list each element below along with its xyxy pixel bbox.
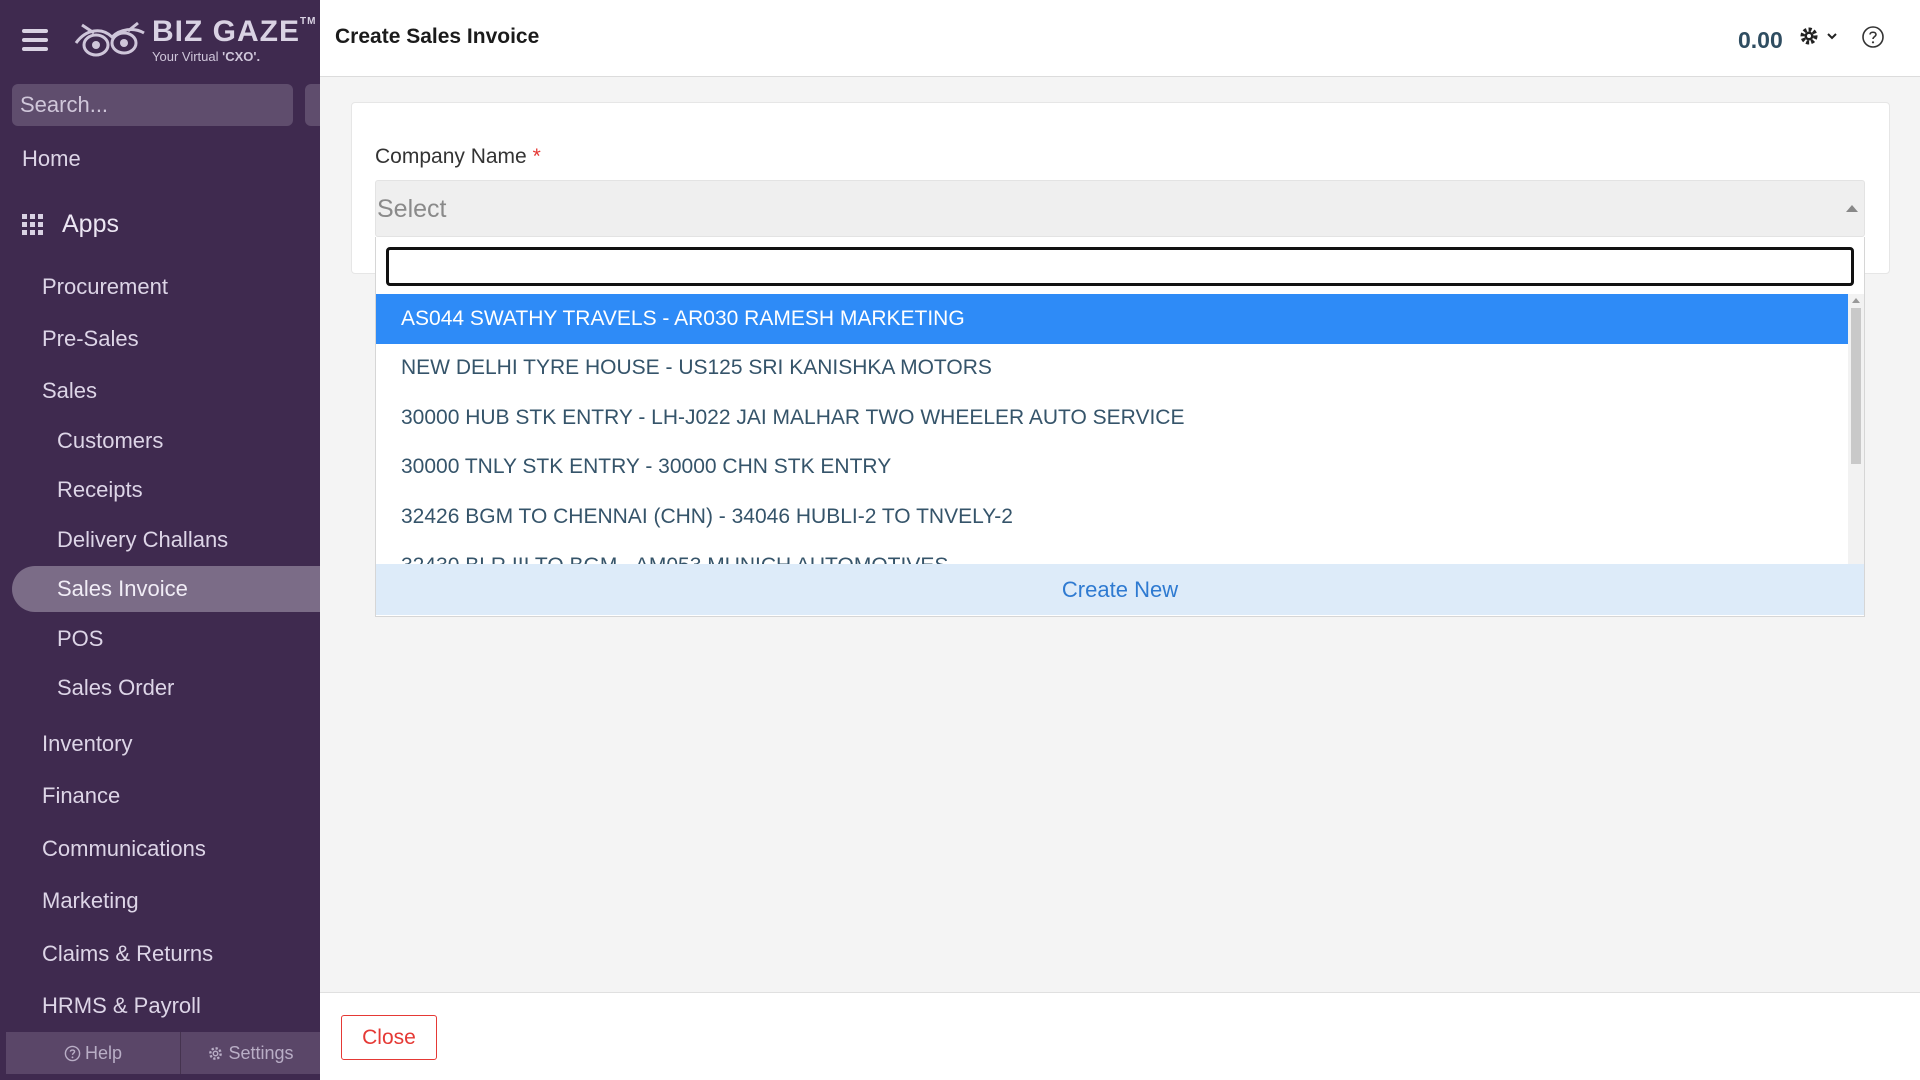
- sidebar: BIZ GAZETM Your Virtual 'CXO'. Home Apps…: [0, 0, 320, 1080]
- logo-tagline: Your Virtual 'CXO'.: [152, 49, 261, 64]
- sidebar-footer: Help Settings: [6, 1032, 320, 1074]
- dropdown-option[interactable]: 32426 BGM TO CHENNAI (CHN) - 34046 HUBLI…: [376, 492, 1848, 542]
- sidebar-item-sales-invoice[interactable]: Sales Invoice: [12, 566, 320, 612]
- bizgaze-logo[interactable]: BIZ GAZETM Your Virtual 'CXO'.: [72, 17, 316, 63]
- sidebar-item-pre-sales[interactable]: Pre-Sales: [42, 326, 139, 352]
- settings-dropdown[interactable]: [1798, 25, 1839, 47]
- page-footer: Close: [320, 992, 1920, 1080]
- owl-logo-icon: [74, 21, 145, 57]
- company-name-label: Company Name *: [375, 145, 541, 168]
- sidebar-search: [12, 84, 308, 126]
- search-input[interactable]: [20, 92, 308, 118]
- help-circle-icon: [64, 1045, 81, 1061]
- sidebar-item-label: Apps: [62, 210, 119, 238]
- create-new-button[interactable]: Create New: [376, 564, 1864, 615]
- page-title: Create Sales Invoice: [335, 25, 540, 48]
- company-name-select[interactable]: Select: [375, 180, 1865, 237]
- sidebar-item-hrms-payroll[interactable]: HRMS & Payroll: [42, 993, 201, 1019]
- required-marker: *: [532, 145, 541, 168]
- sidebar-search-toggle[interactable]: [305, 84, 320, 126]
- dropdown-options-list[interactable]: AS044 SWATHY TRAVELS - AR030 RAMESH MARK…: [376, 294, 1848, 564]
- dropdown-option[interactable]: 30000 TNLY STK ENTRY - 30000 CHN STK ENT…: [376, 443, 1848, 493]
- sidebar-item-inventory[interactable]: Inventory: [42, 731, 133, 757]
- help-circle-icon[interactable]: [1861, 25, 1885, 49]
- sidebar-item-marketing[interactable]: Marketing: [42, 888, 139, 914]
- settings-button[interactable]: Settings: [181, 1032, 320, 1074]
- sidebar-item-delivery-challans[interactable]: Delivery Challans: [57, 527, 228, 553]
- total-amount: 0.00: [1738, 27, 1783, 53]
- sidebar-item-communications[interactable]: Communications: [42, 836, 206, 862]
- sidebar-item-claims-returns[interactable]: Claims & Returns: [42, 941, 213, 967]
- dropdown-option[interactable]: NEW DELHI TYRE HOUSE - US125 SRI KANISHK…: [376, 344, 1848, 394]
- scroll-up-arrow-icon[interactable]: [1852, 298, 1860, 303]
- scrollbar-thumb[interactable]: [1851, 308, 1861, 464]
- gear-icon: [209, 1046, 223, 1060]
- chevron-down-icon: [1827, 33, 1837, 40]
- sidebar-header: BIZ GAZETM Your Virtual 'CXO'.: [0, 0, 320, 80]
- sidebar-item-receipts[interactable]: Receipts: [57, 477, 143, 503]
- caret-up-icon: [1846, 205, 1858, 212]
- gear-icon: [1800, 27, 1818, 45]
- logo-title: BIZ GAZETM: [152, 15, 317, 48]
- close-button[interactable]: Close: [341, 1015, 437, 1060]
- sidebar-item-apps[interactable]: Apps: [22, 210, 119, 239]
- apps-grid-icon: [22, 213, 44, 236]
- sidebar-item-procurement[interactable]: Procurement: [42, 274, 168, 300]
- dropdown-option[interactable]: 30000 HUB STK ENTRY - LH-J022 JAI MALHAR…: [376, 393, 1848, 443]
- sidebar-item-home[interactable]: Home: [22, 146, 81, 172]
- sidebar-item-customers[interactable]: Customers: [57, 428, 163, 454]
- dropdown-search-input[interactable]: [386, 247, 1854, 286]
- hamburger-menu-icon[interactable]: [22, 29, 48, 51]
- settings-label: Settings: [228, 1042, 294, 1063]
- sidebar-item-finance[interactable]: Finance: [42, 783, 120, 809]
- dropdown-scrollbar[interactable]: [1848, 294, 1864, 564]
- select-placeholder: Select: [377, 195, 447, 223]
- dropdown-option[interactable]: AS044 SWATHY TRAVELS - AR030 RAMESH MARK…: [376, 294, 1848, 344]
- page-header: Create Sales Invoice 0.00: [320, 0, 1920, 77]
- sidebar-item-sales-order[interactable]: Sales Order: [57, 675, 174, 701]
- company-dropdown: AS044 SWATHY TRAVELS - AR030 RAMESH MARK…: [375, 237, 1865, 617]
- help-button[interactable]: Help: [6, 1032, 181, 1074]
- dropdown-option[interactable]: 32430 BLR III TO BGM - AM053 MUNICH AUTO…: [376, 542, 1848, 564]
- help-label: Help: [84, 1042, 123, 1063]
- sidebar-item-sales[interactable]: Sales: [42, 378, 97, 404]
- sidebar-item-pos[interactable]: POS: [57, 626, 103, 652]
